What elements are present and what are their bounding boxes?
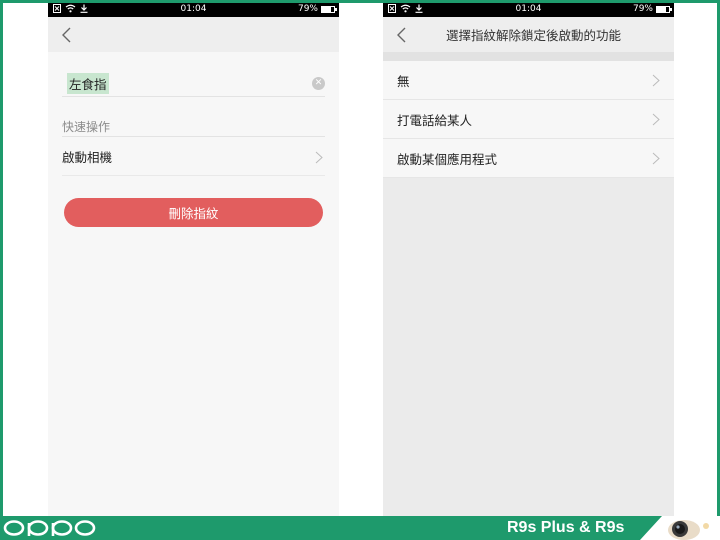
clear-icon[interactable]: ✕ <box>312 77 325 90</box>
fingerprint-name-value[interactable]: 左食指 <box>67 72 109 94</box>
quick-action-row[interactable]: 啟動相機 <box>62 138 325 176</box>
chevron-right-icon <box>315 151 323 164</box>
nav-bar <box>48 17 339 52</box>
oppo-logo <box>3 520 96 536</box>
option-label: 打電話給某人 <box>397 112 473 128</box>
fingerprint-name-field[interactable]: 左食指 ✕ <box>62 70 325 97</box>
section-label-quick-action: 快速操作 <box>62 120 111 134</box>
battery-indicator: 79% <box>297 4 337 14</box>
phone-screen-right: 01:04 79% 選擇指紋解除鎖定後啟動的功能 無 打電話給某人 啟動某個應用… <box>383 3 674 516</box>
quick-action-label: 啟動相機 <box>62 150 113 165</box>
chevron-right-icon <box>652 113 660 126</box>
model-name: R9s Plus & R9s <box>507 519 625 536</box>
battery-percent: 79% <box>297 4 318 14</box>
fingerprint-detail: 左食指 ✕ 快速操作 啟動相機 刪除指紋 <box>48 52 339 516</box>
footer-banner: R9s Plus & R9s <box>0 516 720 540</box>
battery-icon <box>321 5 337 13</box>
phone-screen-left: 01:04 79% 左食指 ✕ 快速操作 啟動相機 刪除指紋 <box>48 3 339 516</box>
option-list: 無 打電話給某人 啟動某個應用程式 <box>383 61 674 178</box>
status-bar: 01:04 79% <box>48 3 339 17</box>
delete-fingerprint-button[interactable]: 刪除指紋 <box>64 198 323 227</box>
status-time: 01:04 <box>180 4 207 14</box>
option-launch-app[interactable]: 啟動某個應用程式 <box>383 139 674 178</box>
phone-camera-graphic <box>640 516 720 540</box>
option-call-someone[interactable]: 打電話給某人 <box>383 100 674 139</box>
battery-icon <box>656 5 672 13</box>
battery-percent: 79% <box>632 4 653 14</box>
page-title: 選擇指紋解除鎖定後啟動的功能 <box>445 28 621 43</box>
status-time: 01:04 <box>515 4 542 14</box>
chevron-right-icon <box>652 74 660 87</box>
back-arrow-icon[interactable] <box>395 26 409 44</box>
option-label: 啟動某個應用程式 <box>397 151 498 167</box>
battery-indicator: 79% <box>632 4 672 14</box>
option-label: 無 <box>397 73 410 89</box>
chevron-right-icon <box>652 152 660 165</box>
spacer <box>383 52 674 61</box>
back-arrow-icon[interactable] <box>60 26 74 44</box>
option-none[interactable]: 無 <box>383 61 674 100</box>
divider <box>62 136 325 137</box>
nav-bar: 選擇指紋解除鎖定後啟動的功能 <box>383 17 674 52</box>
status-bar: 01:04 79% <box>383 3 674 17</box>
